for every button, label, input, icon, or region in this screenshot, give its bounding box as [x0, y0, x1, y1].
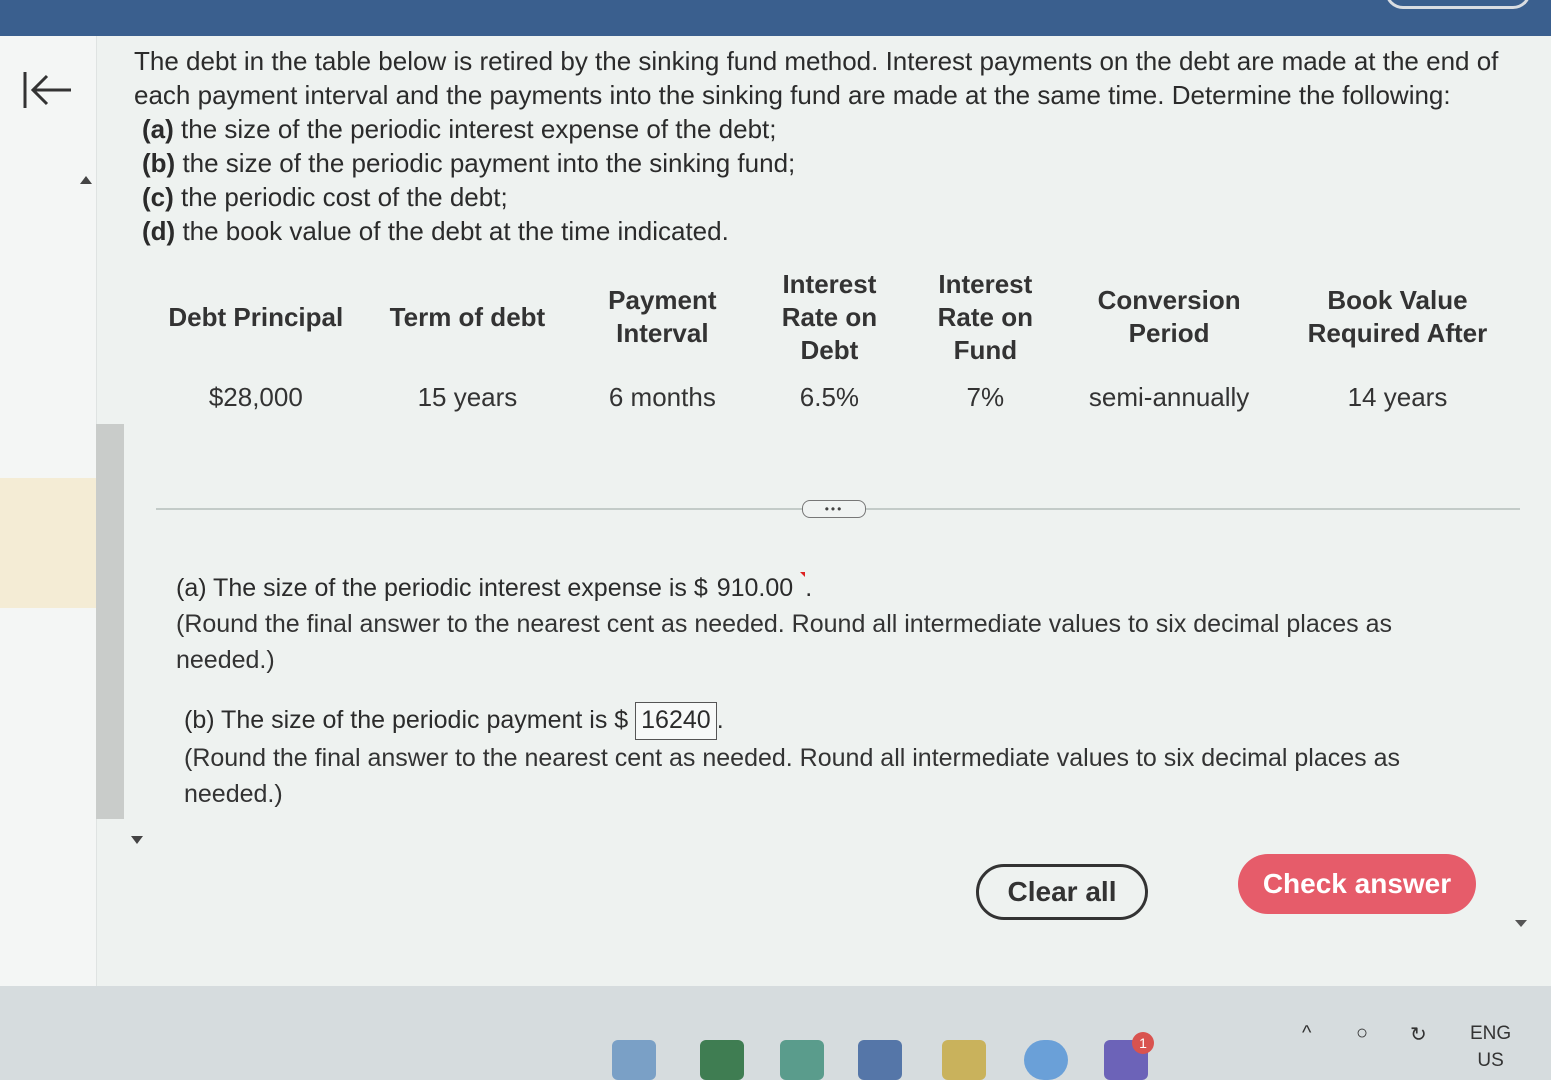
question-part-d: (d) the book value of the debt at the ti…: [142, 216, 729, 246]
cloud-icon[interactable]: ○: [1356, 1022, 1368, 1045]
answer-b-input[interactable]: 16240: [635, 702, 717, 741]
cell-book-value-after: 14 years: [1347, 382, 1448, 412]
browser-top-bar: [0, 0, 1551, 36]
clear-all-button[interactable]: Clear all: [976, 864, 1148, 920]
answer-a-prefix: (a) The size of the periodic interest ex…: [176, 574, 708, 602]
files-icon[interactable]: [942, 1040, 986, 1080]
question-intro: The debt in the table below is retired b…: [134, 46, 1499, 110]
header-payment-interval: Payment Interval: [608, 285, 717, 348]
answer-a-line: (a) The size of the periodic interest ex…: [176, 572, 813, 602]
scroll-down-arrow-icon[interactable]: [131, 836, 143, 844]
answer-b: (b) The size of the periodic payment is …: [184, 702, 1424, 812]
app-icon[interactable]: [780, 1040, 824, 1080]
left-panel-highlight: [0, 478, 96, 608]
question-part-c: (c) the periodic cost of the debt;: [142, 182, 508, 212]
cell-debt-principal: $28,000: [208, 382, 303, 412]
cell-interest-rate-debt: 6.5%: [799, 382, 860, 412]
debt-data-table: Debt Principal Term of debt Payment Inte…: [150, 266, 1520, 426]
incorrect-flag-icon: [795, 572, 806, 577]
answer-a: (a) The size of the periodic interest ex…: [176, 570, 1416, 678]
header-conversion-period: Conversion Period: [1097, 285, 1241, 348]
page-scroll-down-icon[interactable]: [1515, 920, 1527, 927]
cell-payment-interval: 6 months: [608, 382, 716, 412]
answer-b-note: (Round the final answer to the nearest c…: [184, 744, 1400, 809]
sync-icon[interactable]: ↻: [1410, 1022, 1427, 1047]
scrollbar-thumb[interactable]: [96, 424, 124, 819]
cell-term-of-debt: 15 years: [417, 382, 518, 412]
check-answer-button[interactable]: Check answer: [1238, 854, 1476, 914]
excel-icon[interactable]: [700, 1040, 744, 1080]
collapse-back-button[interactable]: [18, 62, 78, 118]
question-part-b: (b) the size of the periodic payment int…: [142, 148, 796, 178]
answer-a-value[interactable]: 910.00: [715, 574, 795, 602]
scroll-up-arrow-icon[interactable]: [80, 176, 92, 184]
header-book-value-after: Book Value Required After: [1307, 285, 1488, 348]
answer-a-note: (Round the final answer to the nearest c…: [176, 610, 1392, 674]
chevron-up-icon[interactable]: ^: [1302, 1022, 1311, 1045]
header-interest-rate-fund: Interest Rate on Fund: [937, 268, 1033, 365]
app-icon[interactable]: [612, 1040, 656, 1080]
word-icon[interactable]: [858, 1040, 902, 1080]
cell-conversion-period: semi-annually: [1088, 382, 1250, 412]
table-row: $28,000 15 years 6 months 6.5% 7% semi-a…: [150, 368, 1520, 426]
expand-more-button[interactable]: •••: [802, 500, 866, 518]
arrow-left-to-bar-icon: [23, 72, 71, 108]
chrome-icon[interactable]: [1024, 1040, 1068, 1080]
answer-b-prefix: (b) The size of the periodic payment is …: [184, 706, 629, 734]
cell-interest-rate-fund: 7%: [966, 382, 1005, 412]
notification-badge: 1: [1132, 1032, 1154, 1054]
language-indicator[interactable]: ENG US: [1470, 1020, 1511, 1074]
question-text: The debt in the table below is retired b…: [134, 44, 1534, 248]
taskbar: [0, 986, 1551, 1080]
header-term-of-debt: Term of debt: [389, 301, 546, 332]
teams-icon[interactable]: 1: [1104, 1032, 1154, 1080]
header-interest-rate-debt: Interest Rate on Debt: [781, 268, 878, 365]
window-control: [1385, 0, 1531, 9]
table-header-row: Debt Principal Term of debt Payment Inte…: [150, 266, 1520, 368]
answer-b-line: (b) The size of the periodic payment is …: [184, 702, 1424, 741]
header-debt-principal: Debt Principal: [168, 301, 344, 332]
question-part-a: (a) the size of the periodic interest ex…: [142, 114, 777, 144]
